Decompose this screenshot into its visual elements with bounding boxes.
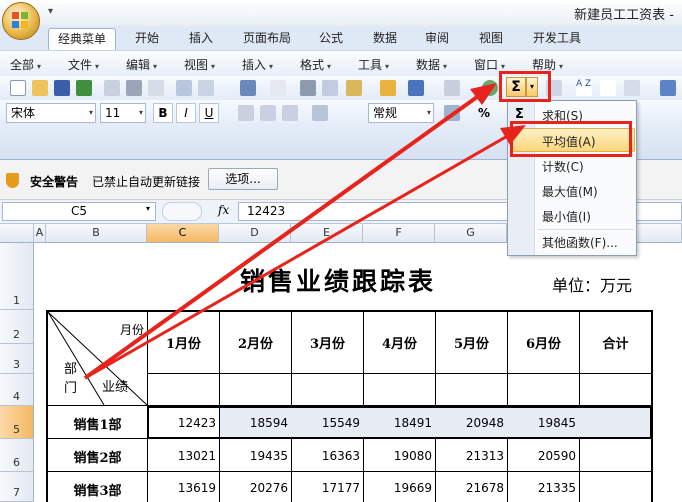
office-button[interactable]: [2, 2, 40, 40]
office-logo-icon: [12, 12, 30, 30]
annotation-arrow: [83, 83, 526, 380]
